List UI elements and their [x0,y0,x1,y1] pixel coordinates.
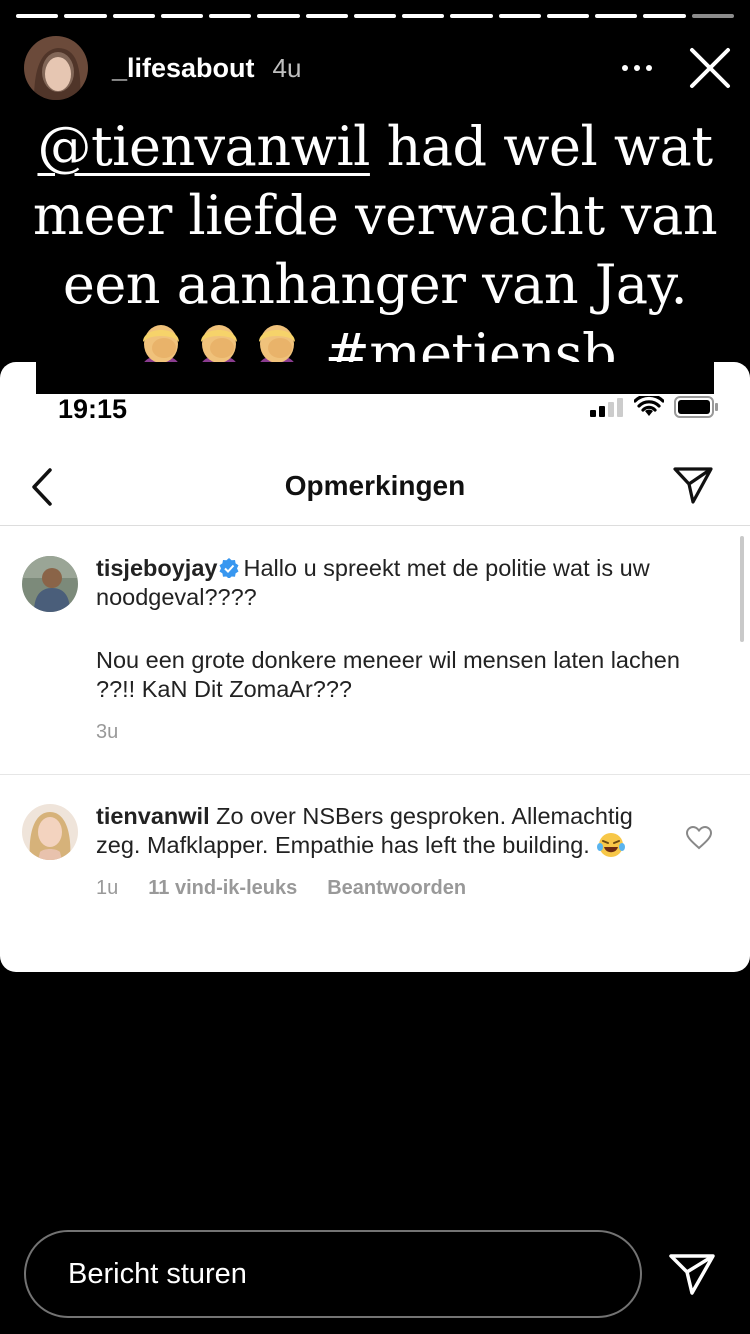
avatar-image [22,804,78,860]
send-icon[interactable] [672,464,714,506]
progress-segment [160,14,204,18]
story-header: _lifesabout 4u [24,36,732,100]
comments-nav-bar: Opmerkingen [0,458,750,526]
comment-meta: 3u [96,718,722,747]
progress-segment [546,14,590,18]
page-title: Opmerkingen [284,470,466,501]
laughing-emoji-icon [597,833,626,857]
comment-item: tienvanwil Zo over NSBers gesproken. All… [0,802,750,952]
reply-button[interactable]: Beantwoorden [327,874,466,903]
send-message-icon[interactable] [668,1252,716,1296]
progress-segment [305,14,348,18]
comment-body: tisjeboyjay Hallo u spreekt met de politi… [96,554,722,747]
comment-item: tisjeboyjay Hallo u spreekt met de politi… [0,554,750,774]
close-icon[interactable] [688,46,732,90]
progress-segment [595,14,638,18]
avatar-image [22,556,78,612]
avatar[interactable] [22,804,78,860]
story-username[interactable]: _lifesabout [112,53,255,84]
comment-time: 1u [96,877,119,899]
comment-body: tienvanwil Zo over NSBers gesproken. All… [96,802,662,903]
comment-time: 3u [96,721,119,743]
comment-username[interactable]: tienvanwil [96,803,210,829]
story-caption: @tienvanwil had wel wat meer liefde verw… [20,112,730,388]
wifi-icon [634,396,664,416]
progress-segment [450,14,493,18]
comment-text-continued: Nou een grote donkere meneer wil mensen … [96,647,680,702]
progress-segment [112,14,155,18]
status-time: 19:15 [58,394,128,424]
verified-badge-icon [219,558,239,578]
progress-segment [257,14,300,18]
status-icons [590,396,720,418]
heart-icon[interactable] [686,826,712,850]
avatar[interactable] [24,36,88,100]
comment-username[interactable]: tisjeboyjay [96,555,217,581]
caption-mention[interactable]: @tienvanwil [37,115,370,178]
progress-segment [16,14,59,18]
story-actions [622,46,732,90]
progress-segment [643,14,686,18]
progress-segment [353,14,397,18]
divider [0,774,750,775]
avatar-image [24,36,88,100]
comments-screenshot: 19:15 Opmerkingen tisjeboyjay Hallo u sp… [0,362,750,972]
progress-segment [209,14,252,18]
comment-meta: 1u 11 vind-ik-leuks Beantwoorden [96,874,662,903]
likes-count[interactable]: 11 vind-ik-leuks [148,874,297,903]
battery-icon [674,396,718,418]
progress-segment [64,14,107,18]
message-input[interactable]: Bericht sturen [24,1230,642,1318]
story-time: 4u [272,52,302,83]
avatar[interactable] [22,556,78,612]
progress-segment [498,14,541,18]
progress-segment [691,14,734,18]
caption-background [36,362,714,394]
status-bar: 19:15 [0,392,750,426]
signal-icon [590,398,623,417]
story-progress [16,14,734,19]
progress-segment [402,14,445,18]
more-icon[interactable] [622,65,652,71]
